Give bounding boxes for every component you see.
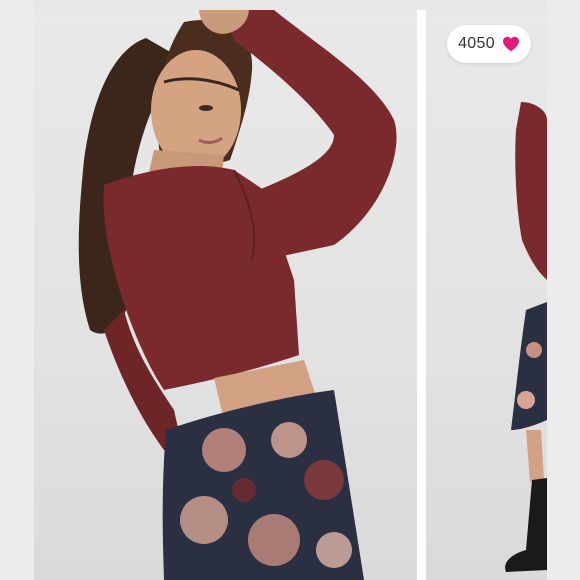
top-edge xyxy=(34,0,547,10)
model-partial-illustration xyxy=(505,102,547,572)
model-illustration xyxy=(78,10,397,580)
slide-divider xyxy=(417,10,426,580)
photo-carousel[interactable] xyxy=(34,10,547,580)
like-count-badge[interactable]: 4050 xyxy=(447,25,531,63)
like-count: 4050 xyxy=(458,35,495,52)
heart-icon[interactable] xyxy=(502,36,520,52)
product-photo-main[interactable] xyxy=(34,10,417,580)
product-photo-next[interactable] xyxy=(426,10,547,580)
